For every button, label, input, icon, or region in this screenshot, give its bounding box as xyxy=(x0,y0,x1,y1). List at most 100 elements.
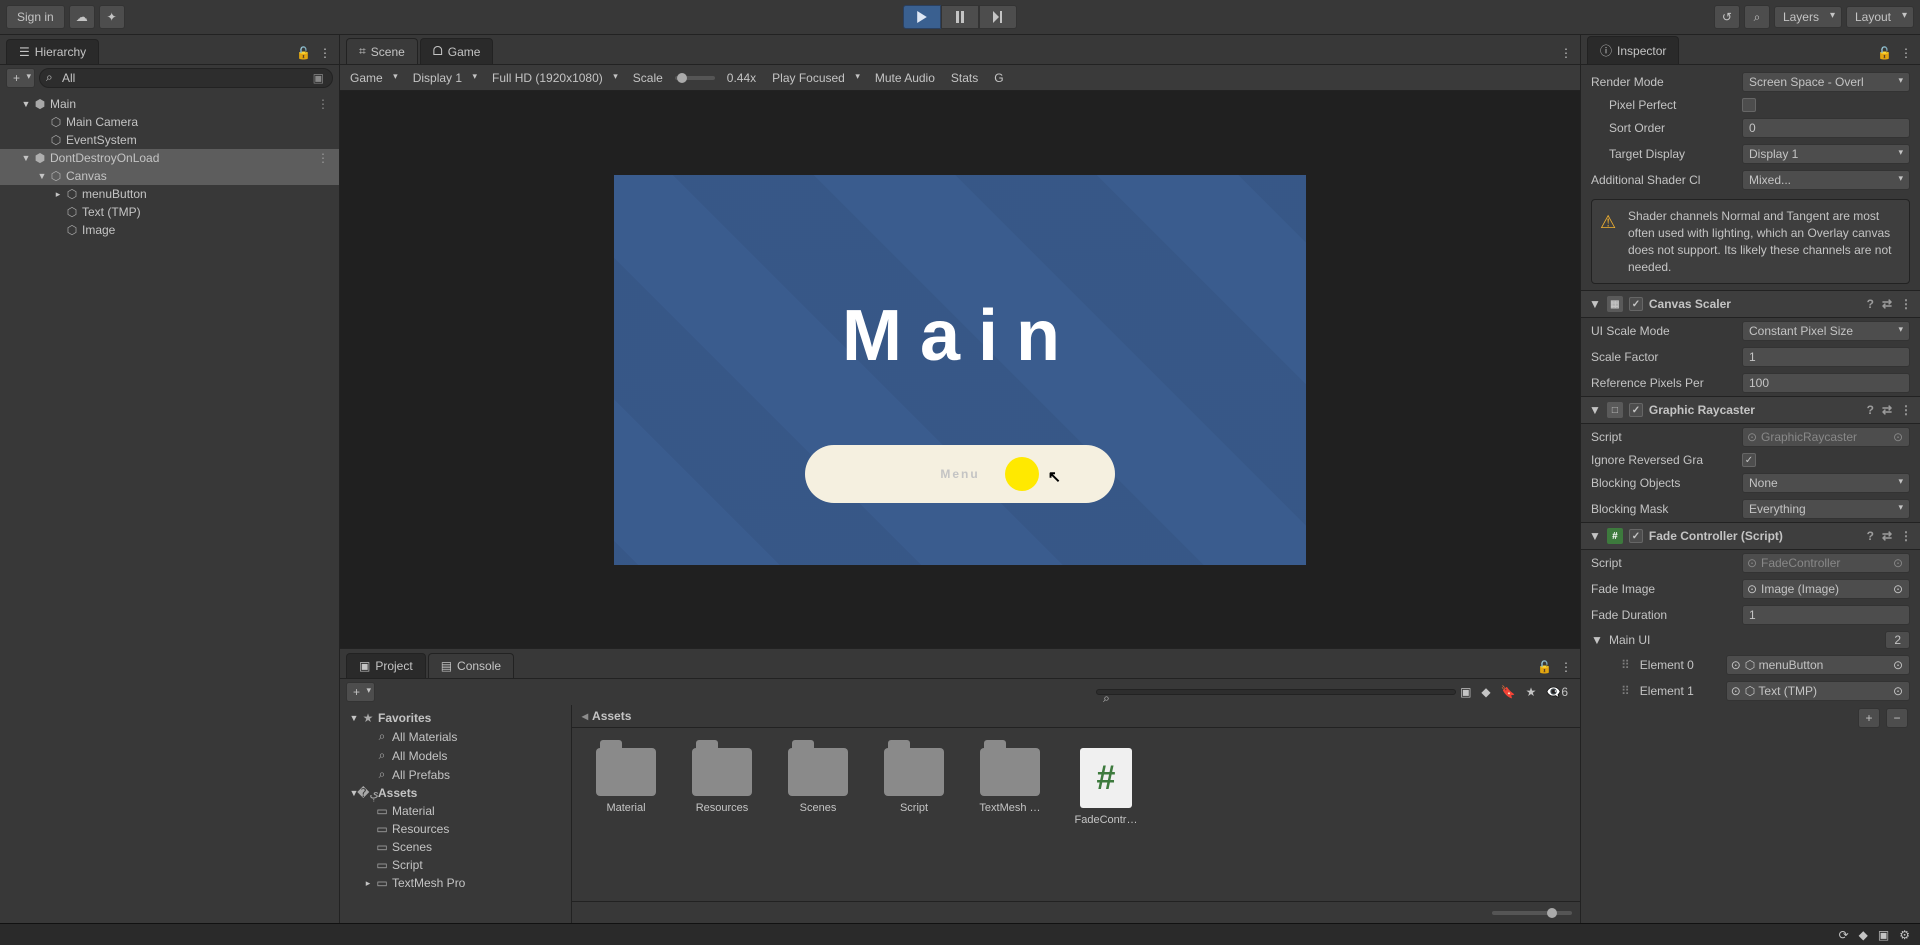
camera-dropdown[interactable]: Game xyxy=(346,69,401,87)
hierarchy-item[interactable]: ⬡ EventSystem xyxy=(0,131,339,149)
console-tab[interactable]: ▤ Console xyxy=(428,653,514,678)
panel-menu-icon[interactable]: ⋮ xyxy=(1560,46,1572,60)
status-icon[interactable]: ▣ xyxy=(1878,928,1889,942)
project-tree-item[interactable]: ⌕All Models xyxy=(340,746,571,765)
scale-mode-dropdown[interactable]: Constant Pixel Size xyxy=(1742,321,1910,341)
game-tab[interactable]: ᗝ Game xyxy=(420,38,494,64)
search-by-label-icon[interactable]: ◆ xyxy=(1481,685,1490,699)
help-icon[interactable]: ? xyxy=(1867,403,1874,417)
canvas-scaler-header[interactable]: ▼ ▦ ✓ Canvas Scaler ?⇄⋮ xyxy=(1581,290,1920,318)
asset-item[interactable]: Material xyxy=(592,748,660,826)
help-icon[interactable]: ? xyxy=(1867,529,1874,543)
project-tree-item[interactable]: ▸▭TextMesh Pro xyxy=(340,874,571,892)
lock-icon[interactable]: 🔓 xyxy=(1877,46,1892,60)
shader-channels-dropdown[interactable]: Mixed... xyxy=(1742,170,1910,190)
menu-icon[interactable]: ⋮ xyxy=(1900,529,1912,543)
target-display-dropdown[interactable]: Display 1 xyxy=(1742,144,1910,164)
asset-item[interactable]: Script xyxy=(880,748,948,826)
focus-dropdown[interactable]: Play Focused xyxy=(768,69,863,87)
pixel-perfect-checkbox[interactable] xyxy=(1742,98,1756,112)
sign-in-button[interactable]: Sign in xyxy=(6,5,65,29)
menu-icon[interactable]: ⋮ xyxy=(1900,403,1912,417)
hierarchy-search-input[interactable]: All ▣ xyxy=(39,68,333,88)
project-tab[interactable]: ▣ Project xyxy=(346,653,426,678)
layers-dropdown[interactable]: Layers xyxy=(1774,6,1842,28)
game-canvas[interactable]: Main Menu ↖ xyxy=(614,175,1306,565)
hierarchy-item[interactable]: ▼ ⬢ Main ⋮ xyxy=(0,95,339,113)
stats-toggle[interactable]: Stats xyxy=(947,69,982,87)
hierarchy-item[interactable]: ▼ ⬡ Canvas xyxy=(0,167,339,185)
play-button[interactable] xyxy=(903,5,941,29)
ref-pixels-input[interactable]: 100 xyxy=(1742,373,1910,393)
panel-menu-icon[interactable]: ⋮ xyxy=(319,46,331,60)
grid-zoom-slider[interactable] xyxy=(1492,911,1572,915)
panel-menu-icon[interactable]: ⋮ xyxy=(1900,46,1912,60)
cloud-icon[interactable]: ☁ xyxy=(69,5,95,29)
search-global-icon[interactable]: ⌕ xyxy=(1744,5,1770,29)
create-asset-dropdown[interactable]: + xyxy=(346,682,375,702)
status-icon[interactable]: ⚙ xyxy=(1899,928,1910,942)
fade-duration-input[interactable]: 1 xyxy=(1742,605,1910,625)
project-tree-item[interactable]: ⌕All Materials xyxy=(340,727,571,746)
lock-icon[interactable]: 🔓 xyxy=(296,46,311,60)
inspector-tab[interactable]: ⓘ Inspector xyxy=(1587,36,1679,64)
raycaster-script-ref[interactable]: GraphicRaycaster xyxy=(1742,427,1910,447)
mute-audio-toggle[interactable]: Mute Audio xyxy=(871,69,939,87)
caret-down-icon[interactable]: ▼ xyxy=(1591,633,1603,647)
asset-item[interactable]: TextMesh … xyxy=(976,748,1044,826)
hierarchy-item[interactable]: ⬡ Main Camera xyxy=(0,113,339,131)
fade-image-ref[interactable]: Image (Image) xyxy=(1742,579,1910,599)
scene-tab[interactable]: ⌗ Scene xyxy=(346,38,418,64)
hidden-icon[interactable]: 👁‍🗨6 xyxy=(1546,685,1568,699)
sort-order-input[interactable]: 0 xyxy=(1742,118,1910,138)
ignore-reversed-checkbox[interactable]: ✓ xyxy=(1742,453,1756,467)
asset-item[interactable]: Scenes xyxy=(784,748,852,826)
canvas-scaler-enabled[interactable]: ✓ xyxy=(1629,297,1643,311)
project-tree-item[interactable]: ⌕All Prefabs xyxy=(340,765,571,784)
hierarchy-item[interactable]: ⬡ Image xyxy=(0,221,339,239)
favorite-icon[interactable]: ★ xyxy=(1526,685,1537,699)
preset-icon[interactable]: ⇄ xyxy=(1882,529,1892,543)
fade-controller-header[interactable]: ▼ # ✓ Fade Controller (Script) ?⇄⋮ xyxy=(1581,522,1920,550)
array-add-button[interactable]: + xyxy=(1858,708,1880,728)
create-dropdown[interactable]: + xyxy=(6,68,35,88)
blocking-objects-dropdown[interactable]: None xyxy=(1742,473,1910,493)
display-dropdown[interactable]: Display 1 xyxy=(409,69,480,87)
vcs-icon[interactable]: ✦ xyxy=(99,5,125,29)
render-mode-dropdown[interactable]: Screen Space - Overl xyxy=(1742,72,1910,92)
preview-menu-button[interactable]: Menu ↖ xyxy=(805,445,1115,503)
scale-factor-input[interactable]: 1 xyxy=(1742,347,1910,367)
project-tree-item[interactable]: ▭Material xyxy=(340,802,571,820)
resolution-dropdown[interactable]: Full HD (1920x1080) xyxy=(488,69,621,87)
step-button[interactable] xyxy=(979,5,1017,29)
array-remove-button[interactable]: − xyxy=(1886,708,1908,728)
status-icon[interactable]: ◆ xyxy=(1859,928,1868,942)
gizmos-toggle[interactable]: G xyxy=(990,69,1007,87)
lock-icon[interactable]: 🔓 xyxy=(1537,660,1552,674)
save-search-icon[interactable]: 🔖 xyxy=(1501,685,1516,699)
element-ref[interactable]: ⬡ Text (TMP) xyxy=(1726,681,1910,701)
status-icon[interactable]: ⟳ xyxy=(1839,928,1849,942)
project-search-input[interactable] xyxy=(1096,689,1456,695)
undo-history-icon[interactable]: ↺ xyxy=(1714,5,1740,29)
project-tree-item[interactable]: ▭Scenes xyxy=(340,838,571,856)
hierarchy-tab[interactable]: ☰ Hierarchy xyxy=(6,39,99,64)
raycaster-header[interactable]: ▼ □ ✓ Graphic Raycaster ?⇄⋮ xyxy=(1581,396,1920,424)
hierarchy-item[interactable]: ⬡ Text (TMP) xyxy=(0,203,339,221)
element-ref[interactable]: ⬡ menuButton xyxy=(1726,655,1910,675)
search-by-type-icon[interactable]: ▣ xyxy=(1460,685,1471,699)
project-tree-item[interactable]: ▭Script xyxy=(340,856,571,874)
scale-slider[interactable] xyxy=(675,76,715,80)
array-size-input[interactable]: 2 xyxy=(1885,631,1910,649)
project-breadcrumb[interactable]: ◂ Assets xyxy=(572,705,1580,728)
menu-icon[interactable]: ⋮ xyxy=(1900,297,1912,311)
raycaster-enabled[interactable]: ✓ xyxy=(1629,403,1643,417)
asset-item[interactable]: #FadeContr… xyxy=(1072,748,1140,826)
project-tree-item[interactable]: ▼�ېAssets xyxy=(340,784,571,802)
search-menu-icon[interactable]: ▣ xyxy=(313,71,324,85)
help-icon[interactable]: ? xyxy=(1867,297,1874,311)
hierarchy-item[interactable]: ▸ ⬡ menuButton xyxy=(0,185,339,203)
blocking-mask-dropdown[interactable]: Everything xyxy=(1742,499,1910,519)
pause-button[interactable] xyxy=(941,5,979,29)
fade-enabled[interactable]: ✓ xyxy=(1629,529,1643,543)
